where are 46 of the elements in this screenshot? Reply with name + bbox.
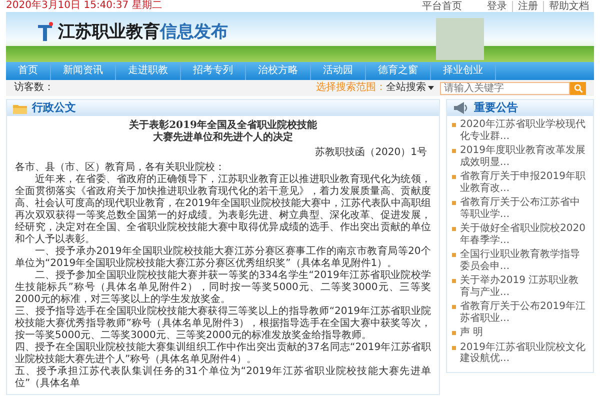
- article-paragraph: 四、授予在全国职业院校技能大赛集训组织工作中作出突出贡献的37名同志“2019年江苏省职业院校技能大赛先进个人”称号（具体名单见附件4）。: [15, 342, 431, 366]
- search-scope-dropdown[interactable]: 全站搜索: [386, 82, 426, 94]
- date-time: 2020年3月10日 15:40:37 星期二: [6, 0, 162, 12]
- notice-link[interactable]: 2019年度职业教育改革发展成效明显...: [460, 145, 588, 168]
- notice-link[interactable]: 省教育厅关于公布2019年江苏省职业...: [460, 301, 588, 324]
- search-button[interactable]: [570, 82, 586, 94]
- article-paragraph: 近年来，在省委、省政府的正确领导下，江苏职业教育正以推进职业教育现代化为统领，全面贯彻落实《省政府关于加快推进职业教育现代化的若干意见》，着力发展质量高、贡献度高、社会认可度高的现代职业教育，在2019年全国职业院校技能大赛中，江苏代表队中高职组再次双双获得一等奖总数全国第一的好成绩。为表彰先进、树立典型、深化改革、促进发展，经研究，决定对在全国、全省职业院校技能大赛中取得优异成绩的选手、作出突出贡献的单位和个人予以表彰。: [15, 174, 431, 246]
- notice-link[interactable]: 关于做好全省职业院校2020年春季学...: [460, 223, 588, 246]
- notice-link[interactable]: 省教育厅关于公布江苏省中等职业学...: [460, 197, 588, 220]
- article-paragraph: 三、授予指导选手在全国职业院校技能大赛获得三等奖以上的指导教师“2019年江苏省职业院校技能大赛优秀指导教师”称号（具体名单见附件3），根据指导选手在全国大赛中获奖等次，按一等奖5000元、二等奖3000元、三等奖2000元的标准发放奖金给指导教师。: [15, 306, 431, 342]
- visitor-count-label: 访客数：: [14, 82, 54, 94]
- article-title: 关于表彰2019年全国及全省职业院校技能: [128, 120, 318, 131]
- megaphone-icon: [453, 102, 469, 114]
- bullet-icon: [452, 175, 456, 179]
- site-title: 江苏职业教育信息发布: [58, 22, 228, 42]
- article-title: 大赛先进单位和先进个人的决定: [152, 132, 294, 144]
- panel-title: 行政公文: [32, 101, 76, 115]
- bullet-icon: [452, 279, 456, 283]
- home-link[interactable]: 平台首页: [417, 0, 467, 12]
- bullet-icon: [452, 305, 456, 309]
- folder-icon: [13, 102, 27, 114]
- article-paragraph: 各市、县（市、区）教育局，各有关职业院校：: [15, 162, 226, 174]
- bullet-icon: [452, 123, 456, 127]
- bullet-icon: [452, 149, 456, 153]
- bullet-icon: [452, 331, 456, 335]
- notice-link[interactable]: 2019年江苏省职业院校文化建设航优...: [460, 342, 588, 364]
- top-link[interactable]: 登录: [482, 0, 512, 12]
- bullet-icon: [452, 227, 456, 231]
- article-paragraph: 五、授予承担江苏代表队集训任务的31个单位为“2019年江苏省职业院校技能大赛先进单位”（具体名单: [15, 366, 431, 390]
- notice-link[interactable]: 声 明: [460, 327, 484, 338]
- bullet-icon: [452, 253, 456, 257]
- bullet-icon: [452, 201, 456, 205]
- bullet-icon: [452, 346, 456, 350]
- article-paragraph: 二、授予参加全国职业院校技能大赛并获一等奖的334名学生“2019年江苏省职业院校学生技能标兵”称号（具体名单见附件2），同时按一等奖5000元、二等奖3000元、三等奖2000元的标准，对三等奖以上的学生发放奖金。: [15, 270, 431, 306]
- notice-link[interactable]: 关于举办2019 江苏职业教育与产业...: [460, 275, 588, 298]
- search-icon: [574, 84, 582, 92]
- notice-link[interactable]: 省教育厅关于申报2019年职业教育改...: [460, 171, 588, 194]
- logo-icon: [36, 22, 54, 42]
- notice-link[interactable]: 全国行业职业教育教学指导委员会申...: [460, 249, 588, 272]
- photo-placeholder: [436, 18, 484, 60]
- panel-title: 重要公告: [474, 101, 518, 115]
- caret-icon: [428, 86, 434, 90]
- article-paragraph: 一、授予承办2019年全国职业院校技能大赛江苏分赛区赛事工作的南京市教育局等20个单位为“2019年全国职业院校技能大赛江苏分赛区优秀组织奖”（具体名单见附件1）。: [15, 246, 431, 270]
- notice-link[interactable]: 2020年江苏省职业学校现代化专业群...: [460, 119, 588, 142]
- document-number: 苏教职技函（2020）1号: [314, 147, 427, 159]
- search-scope-label: 选择搜索范围：: [316, 82, 386, 94]
